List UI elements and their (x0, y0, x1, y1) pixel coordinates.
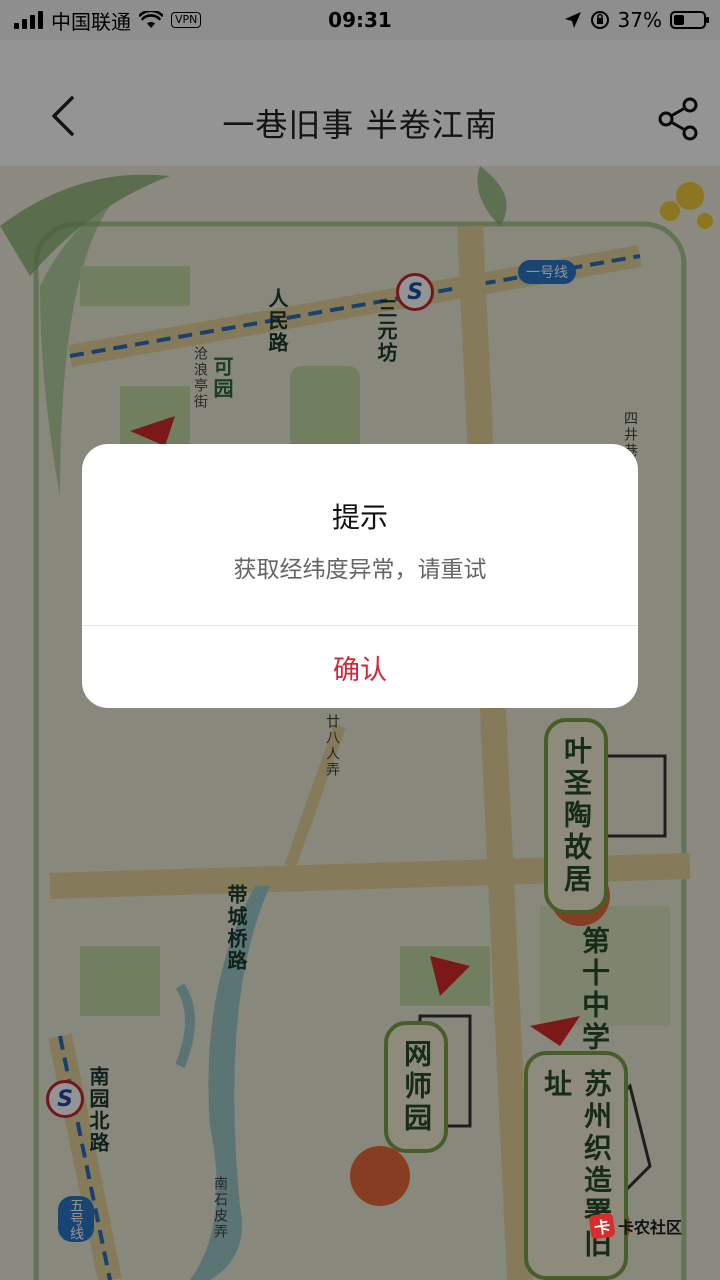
confirm-button[interactable]: 确认 (82, 626, 638, 708)
dialog-message: 获取经纬度异常，请重试 (233, 557, 487, 583)
dialog-title: 提示 (331, 501, 388, 534)
kanong-logo-icon: 卡 (588, 1212, 616, 1240)
watermark-text: 卡农社区 (617, 1218, 682, 1237)
alert-dialog: 提示 获取经纬度异常，请重试 确认 (82, 444, 638, 708)
watermark: 卡 卡农社区 (588, 1212, 682, 1240)
